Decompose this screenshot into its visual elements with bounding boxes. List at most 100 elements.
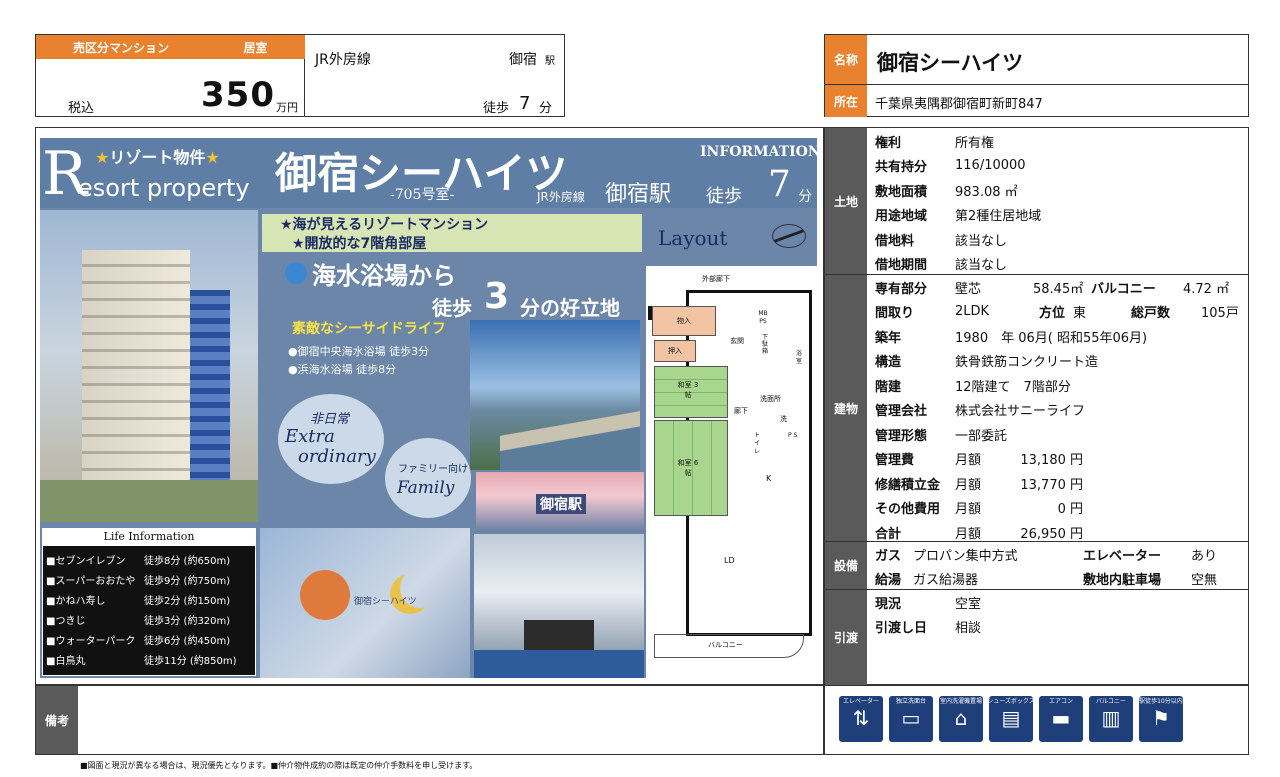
row-value: 13,770 円: [1020, 477, 1083, 493]
row-value: 月額: [955, 477, 982, 493]
shoe-box: 下駄箱: [762, 334, 769, 355]
building-photo: [40, 210, 258, 522]
row-key: 築年: [875, 330, 902, 346]
elevator-icon: エレベーター ⇅: [839, 696, 883, 742]
icon-symbol: ▬: [1051, 706, 1071, 730]
row-key: 引渡し日: [875, 621, 928, 637]
balcony: バルコニー: [708, 641, 743, 649]
land-row: 借地期間 該当なし: [875, 252, 1245, 277]
line-name: JR外房線: [315, 52, 371, 68]
row-value: 空室: [955, 596, 982, 612]
access-line: JR外房線: [537, 190, 585, 204]
structure-row: 構造 鉄骨鉄筋コンクリート造: [875, 349, 1245, 374]
row-key: バルコニー: [1091, 281, 1156, 297]
land-row: 用途地域 第2種住居地域: [875, 203, 1245, 228]
info-label: INFORMATION: [700, 144, 817, 160]
row-key: 管理会社: [875, 404, 928, 420]
building-label: 建物: [825, 275, 867, 541]
row-value: 1980 年 06月( 昭和55年06月): [955, 330, 1148, 346]
row-key: 借地料: [875, 233, 915, 249]
remarks-box: 備考: [35, 685, 824, 755]
station-name: 御宿: [509, 52, 537, 68]
mgmt-form-row: 管理形態 一部委託: [875, 422, 1245, 447]
hot-water-row: 給湯 ガス給湯器 敷地内駐車場 空無: [875, 567, 1245, 592]
floor-plan: 外部廊下 物入 MB PS 押入 玄関 下駄箱 浴室 和室 3帖 和室 6帖 廊…: [646, 266, 817, 678]
beach-photo: [470, 320, 640, 470]
row-value: 所有権: [955, 135, 995, 151]
station-suffix: 駅: [545, 56, 555, 67]
icon-symbol: ⌂: [954, 706, 968, 730]
row-value: 105戸: [1201, 306, 1239, 322]
sun-icon: [300, 570, 350, 620]
toilet: トイレ: [754, 432, 761, 455]
row-key: 管理費: [875, 453, 915, 469]
access-station: 御宿駅: [605, 182, 672, 207]
row-value: 壁芯: [955, 281, 982, 297]
row-key: 敷地面積: [875, 184, 928, 200]
row-value: 4.72 ㎡: [1183, 281, 1230, 297]
row-key: 方位: [1039, 306, 1066, 322]
beach-line-1: 海水浴場から: [312, 262, 456, 290]
life-name-2: ■かねハ寿し: [46, 596, 106, 607]
row-value: プロパン集中方式: [913, 548, 1018, 564]
lobby-photo: [474, 534, 644, 678]
mbps: MB PS: [758, 310, 768, 325]
hall: 廊下: [734, 407, 748, 415]
icon-caption: 室内洗濯機置場: [939, 698, 982, 705]
land-row: 敷地面積 983.08 ㎡: [875, 178, 1245, 203]
land-row: 借地料 該当なし: [875, 227, 1245, 252]
life-dist-4: 徒歩6分 (約450m): [144, 636, 231, 647]
icon-caption: バルコニー: [1096, 698, 1126, 705]
life-dist-5: 徒歩11分 (約850m): [144, 656, 237, 667]
tax-label: 税込: [68, 101, 95, 116]
ld: LD: [724, 556, 735, 565]
icon-symbol: ▤: [1001, 706, 1021, 730]
name-label: 名称: [825, 35, 867, 84]
access-unit: 分: [798, 189, 812, 205]
spec-table: 土地 権利 所有権 共有持分 116/10000 敷地面積 983.08 ㎡ 用途地域…: [824, 127, 1249, 685]
handover-label: 引渡: [825, 590, 867, 685]
resort-tag: ★リゾート物件★: [95, 144, 220, 168]
entrance-photo: 御宿シーハイツ: [260, 528, 470, 678]
room-6jo-label: 和室 6帖: [677, 459, 699, 477]
kitchen: K: [766, 474, 772, 483]
row-key: 給湯: [875, 573, 902, 589]
equipment-label: 設備: [825, 542, 867, 589]
poster-frame: ★リゾート物件★ R esort property 御宿シーハイツ -705号室…: [35, 127, 824, 685]
name-box: 名称 御宿シーハイツ 所在 千葉県夷隅郡御宿町新町847: [824, 34, 1249, 117]
icon-caption: エアコン: [1048, 698, 1073, 705]
icon-symbol: ⚑: [1152, 706, 1170, 730]
life-dist-2: 徒歩2分 (約150m): [144, 596, 231, 607]
row-value: 0 円: [1057, 502, 1083, 518]
banner-line-1: ★海が見えるリゾートマンション: [280, 217, 489, 233]
land-label: 土地: [825, 128, 867, 274]
poster: ★リゾート物件★ R esort property 御宿シーハイツ -705号室…: [40, 138, 817, 678]
resort-tag-text: リゾート物件: [109, 148, 206, 167]
row-value: 株式会社サニーライフ: [955, 404, 1086, 420]
row-key: 階建: [875, 379, 902, 395]
icon-caption: 独立洗面台: [895, 698, 926, 705]
row-value: 該当なし: [955, 233, 1008, 249]
remarks-label: 備考: [36, 686, 78, 754]
life-name-1: ■スーパーおおたや: [46, 576, 136, 587]
row-key: 構造: [875, 355, 902, 371]
beach-list-2: ●浜海水浴場 徒歩8分: [288, 363, 397, 376]
row-value: 2LDK: [955, 304, 990, 320]
row-value: 月額: [955, 453, 982, 469]
ps: P S: [788, 432, 798, 439]
fee-row: その他費用 月額 0 円: [875, 496, 1245, 521]
wall-sign: 御宿シーハイツ: [354, 597, 417, 607]
status-row: 現況 空室: [875, 590, 1245, 615]
fee-row: 管理費 月額 13,180 円: [875, 447, 1245, 472]
life-name-0: ■セブンイレブン: [46, 556, 126, 567]
bubble1-en2: ordinary: [298, 446, 376, 467]
row-key: 管理形態: [875, 428, 928, 444]
row-value: ガス給湯器: [913, 573, 979, 589]
senmen: 洗面所: [760, 395, 781, 403]
layout-row: 間取り 2LDK 方位 東 総戸数 105戸: [875, 300, 1245, 325]
room-number: -705号室-: [390, 187, 455, 203]
row-value: 26,950 円: [1020, 526, 1083, 542]
price-value: 350: [201, 75, 275, 115]
property-name: 御宿シーハイツ: [877, 51, 1024, 75]
access-box: JR外房線 御宿 駅 徒歩 7 分: [305, 34, 565, 117]
